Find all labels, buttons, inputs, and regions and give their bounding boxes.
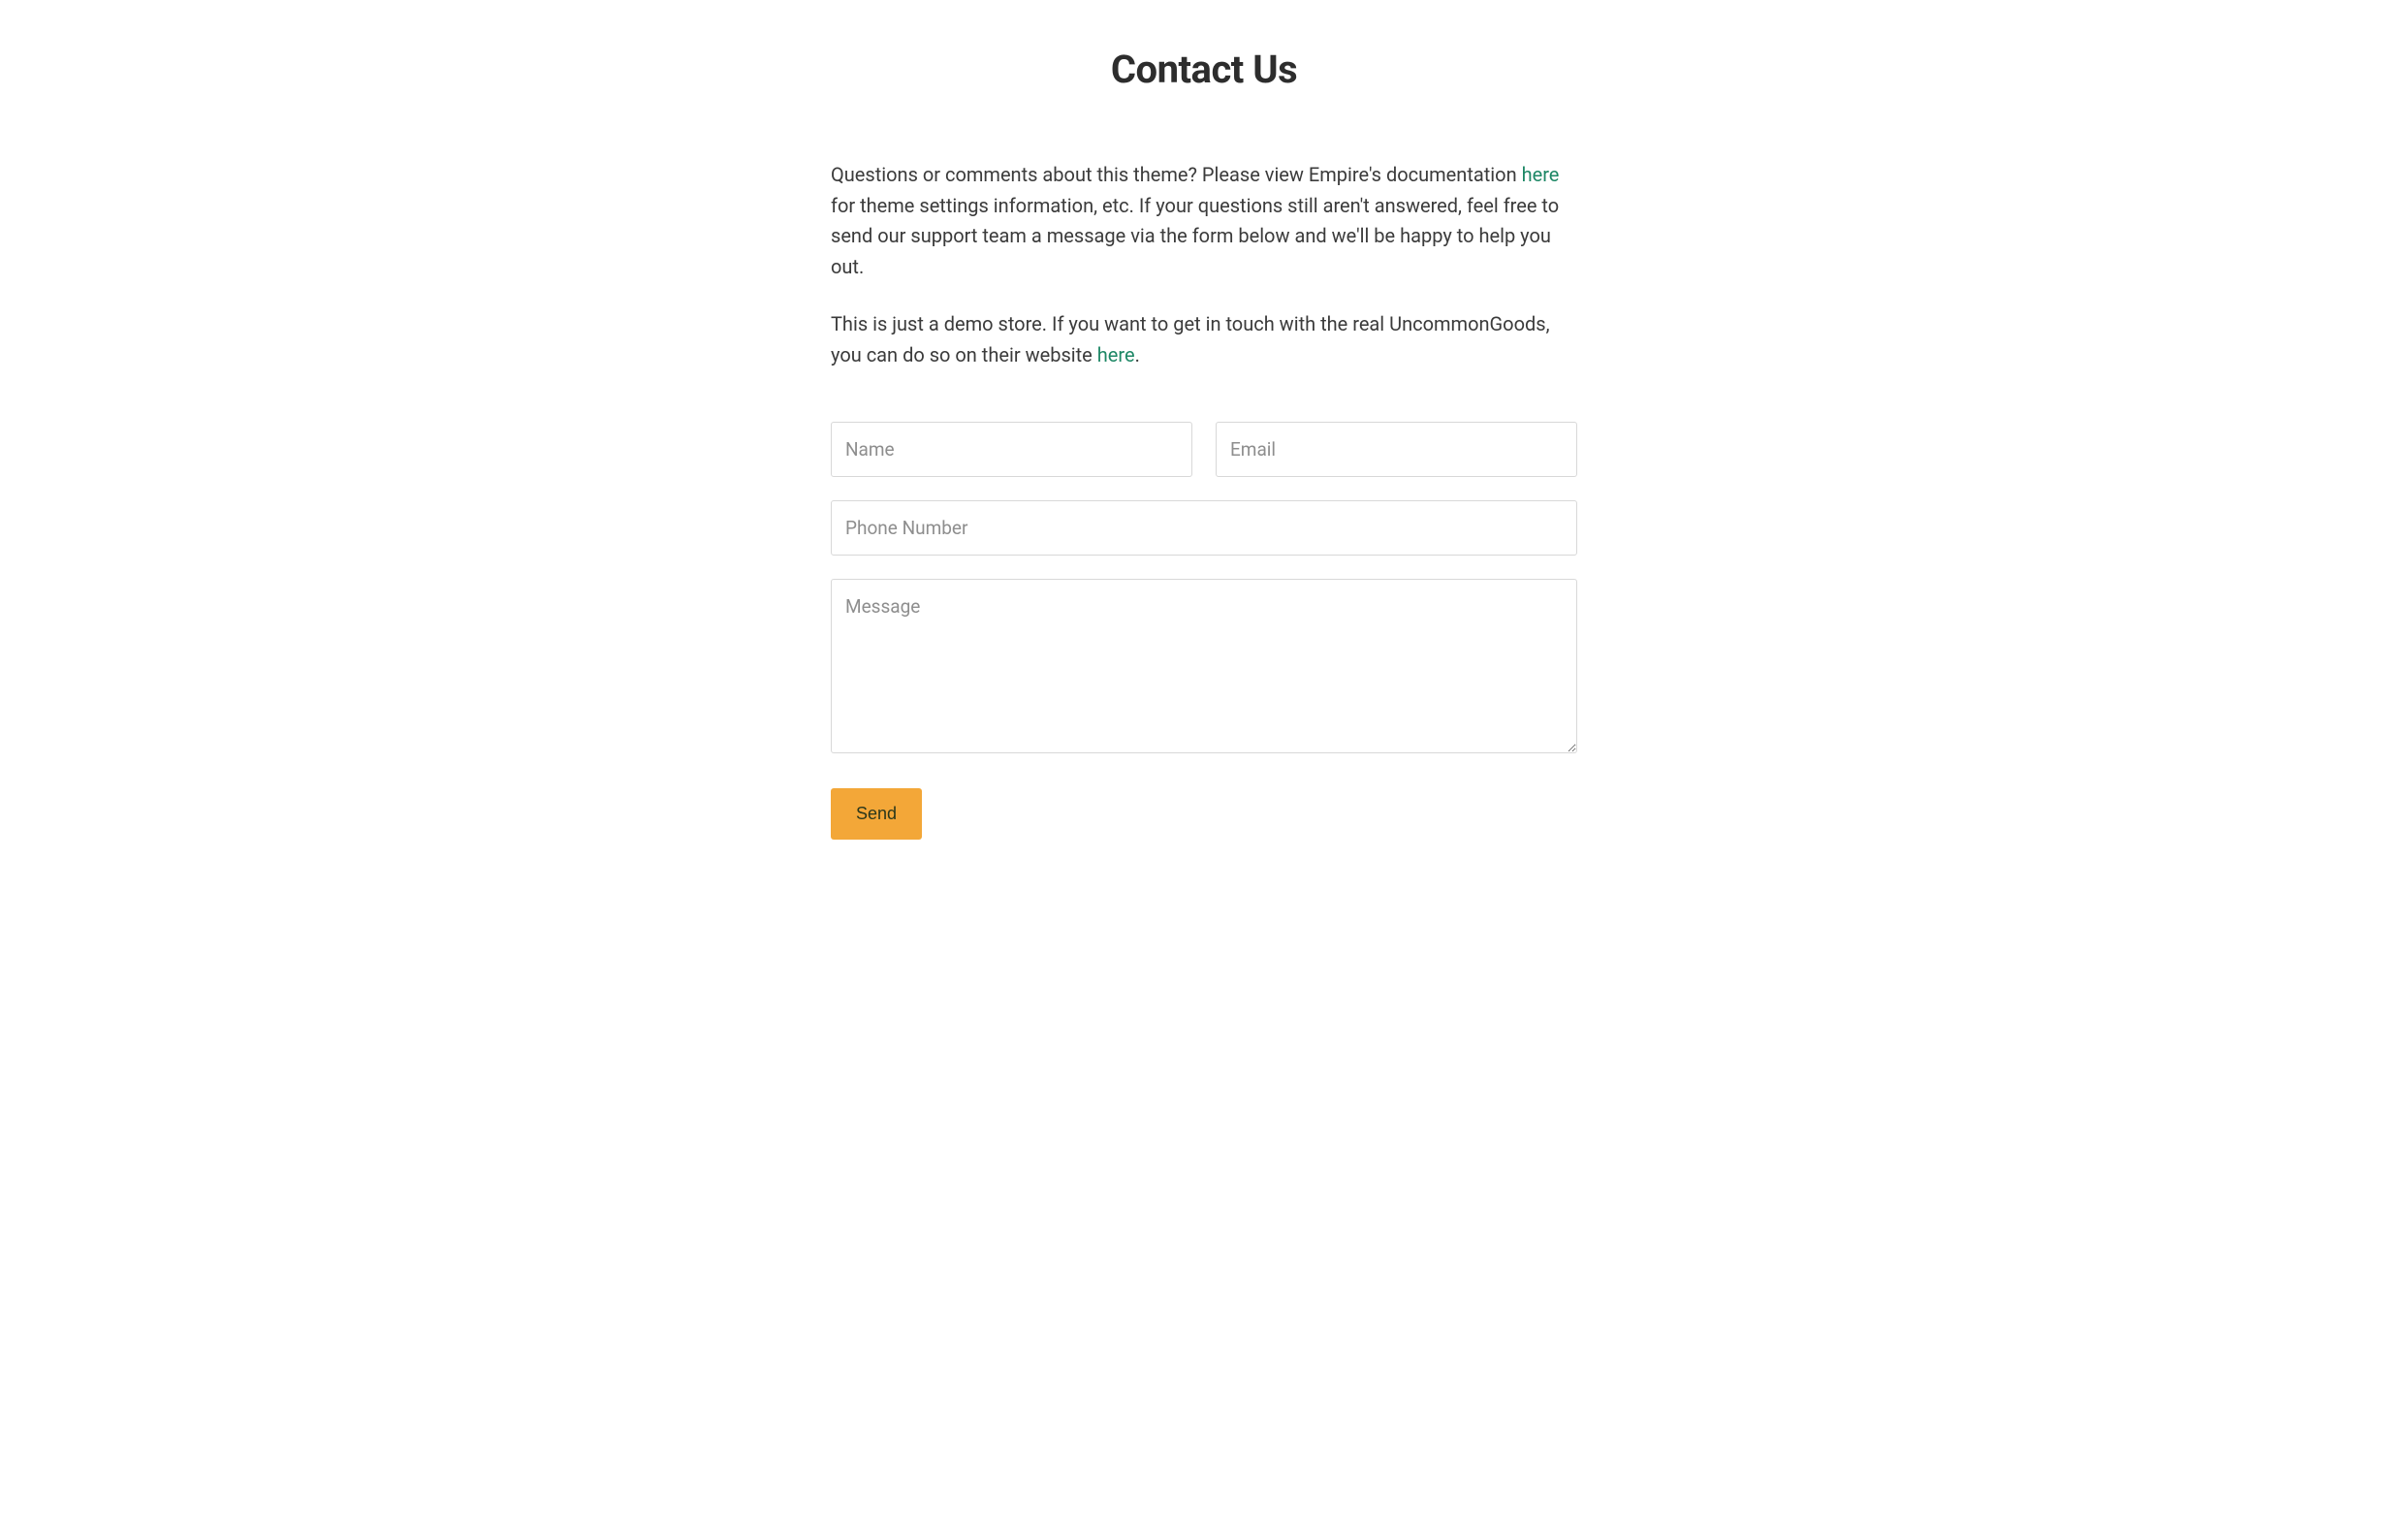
uncommongoods-link[interactable]: here bbox=[1097, 343, 1135, 366]
intro-p1-before: Questions or comments about this theme? … bbox=[831, 163, 1522, 186]
intro-p2-before: This is just a demo store. If you want t… bbox=[831, 312, 1550, 366]
contact-page: Contact Us Questions or comments about t… bbox=[831, 0, 1577, 878]
intro-paragraph-1: Questions or comments about this theme? … bbox=[831, 160, 1577, 282]
page-title: Contact Us bbox=[831, 47, 1577, 92]
intro-p1-after: for theme settings information, etc. If … bbox=[831, 194, 1559, 278]
intro-p2-after: . bbox=[1135, 343, 1140, 366]
name-field[interactable] bbox=[831, 422, 1192, 477]
email-field[interactable] bbox=[1216, 422, 1577, 477]
intro-text: Questions or comments about this theme? … bbox=[831, 160, 1577, 371]
documentation-link[interactable]: here bbox=[1522, 163, 1560, 186]
send-button[interactable]: Send bbox=[831, 788, 922, 840]
contact-form: Send bbox=[831, 422, 1577, 840]
message-field[interactable] bbox=[831, 579, 1577, 753]
phone-field[interactable] bbox=[831, 500, 1577, 556]
intro-paragraph-2: This is just a demo store. If you want t… bbox=[831, 309, 1577, 370]
